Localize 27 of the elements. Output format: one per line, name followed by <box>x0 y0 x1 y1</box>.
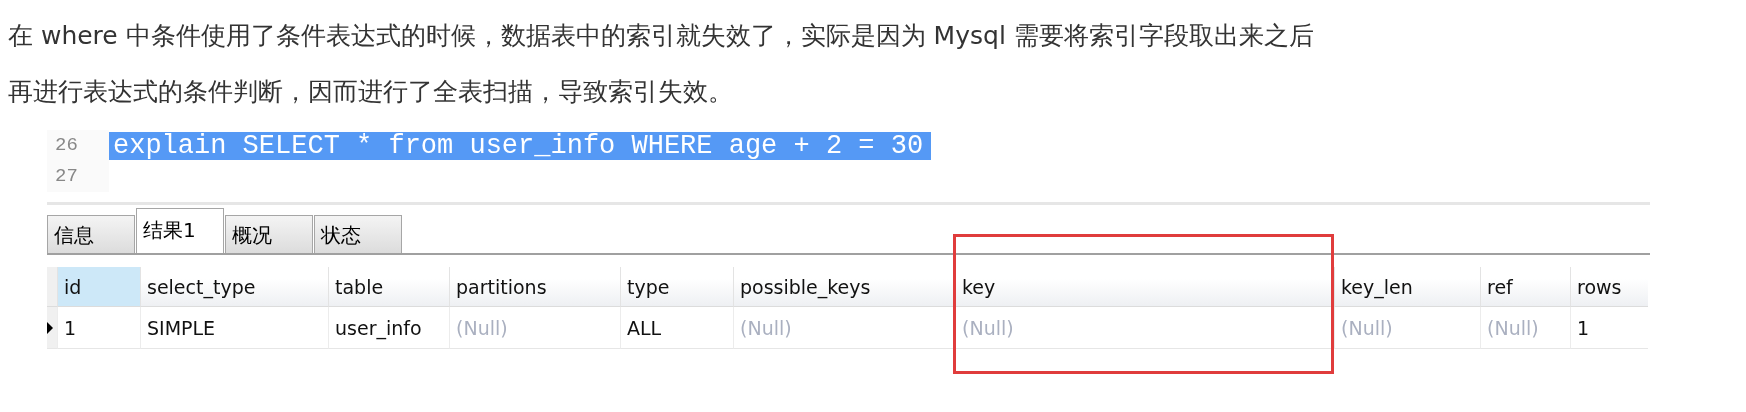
column-header[interactable]: select_type <box>140 267 328 307</box>
table-cell: 1 <box>57 307 140 349</box>
column-header[interactable]: ref <box>1480 267 1570 307</box>
table-cell: (Null) <box>449 307 620 349</box>
table-cell: 1 <box>1570 307 1648 349</box>
column-header[interactable]: rows <box>1570 267 1648 307</box>
column-header[interactable]: possible_keys <box>733 267 955 307</box>
column-header[interactable]: type <box>620 267 733 307</box>
table-cell: (Null) <box>733 307 955 349</box>
column-header[interactable]: table <box>328 267 449 307</box>
table-cell: SIMPLE <box>140 307 328 349</box>
result-tab[interactable]: 状态 <box>314 215 402 253</box>
table-cell: ALL <box>620 307 733 349</box>
table-cell: user_info <box>328 307 449 349</box>
line-number: 27 <box>47 161 109 192</box>
line-number: 26 <box>47 130 109 161</box>
paragraph-line: 再进行表达式的条件判断，因而进行了全表扫描，导致索引失效。 <box>8 76 733 108</box>
column-header[interactable]: key_len <box>1334 267 1480 307</box>
column-header[interactable]: id <box>57 267 140 307</box>
column-header[interactable]: partitions <box>449 267 620 307</box>
result-tab[interactable]: 信息 <box>47 215 135 253</box>
paragraph-line: 在 where 中条件使用了条件表达式的时候，数据表中的索引就失效了，实际是因为 Mysql 需要将索引字段取出来之后 <box>8 20 1314 52</box>
table-cell: (Null) <box>1334 307 1480 349</box>
result-tab[interactable]: 结果1 <box>136 208 224 253</box>
result-tab[interactable]: 概况 <box>225 215 313 253</box>
table-cell: (Null) <box>955 307 1334 349</box>
table-cell: (Null) <box>1480 307 1570 349</box>
